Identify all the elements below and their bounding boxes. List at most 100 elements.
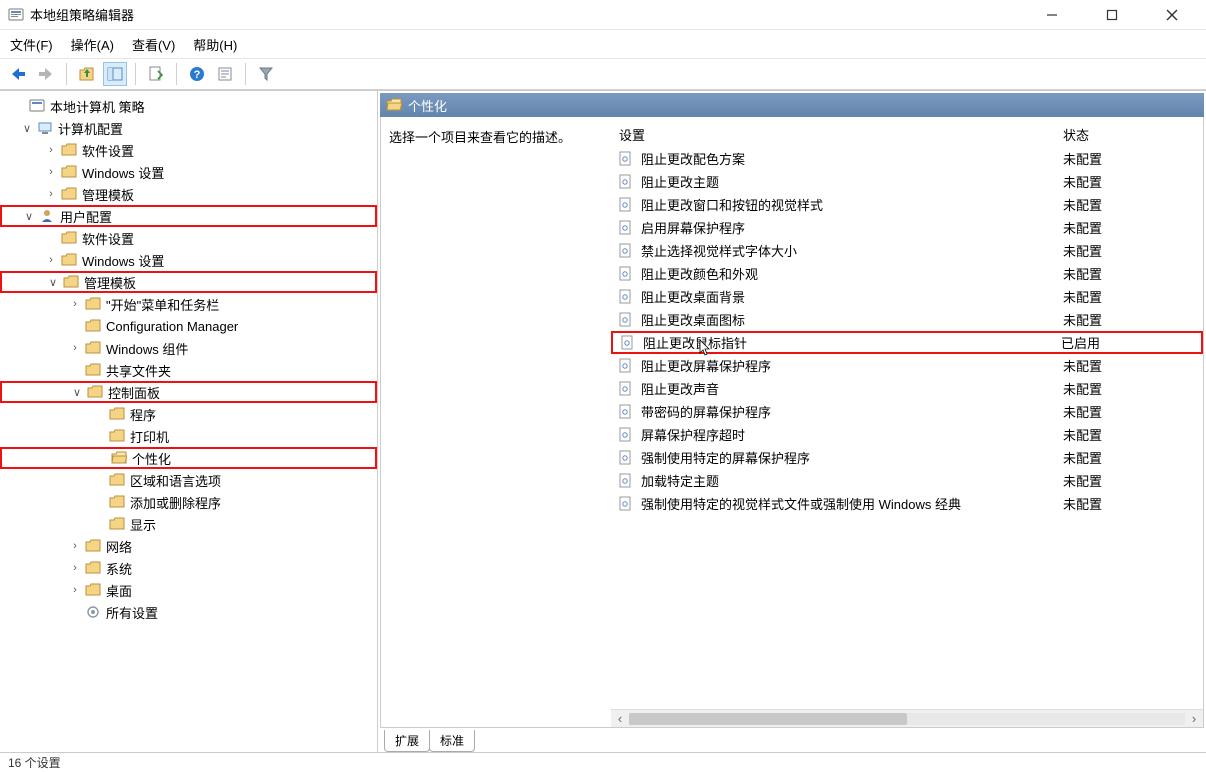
scroll-track[interactable] xyxy=(629,713,1185,725)
tree-label: Windows 设置 xyxy=(82,163,164,182)
tree-system[interactable]: › 系统 xyxy=(0,557,377,579)
setting-name: 阻止更改桌面图标 xyxy=(641,310,1063,329)
tree-windows-settings-user[interactable]: › Windows 设置 xyxy=(0,249,377,271)
menu-help[interactable]: 帮助(H) xyxy=(193,35,237,54)
forward-button[interactable] xyxy=(34,62,58,86)
tree-user-config[interactable]: ∨ 用户配置 xyxy=(0,205,377,227)
tree-network[interactable]: › 网络 xyxy=(0,535,377,557)
tree-shared-folders[interactable]: 共享文件夹 xyxy=(0,359,377,381)
tree-config-manager[interactable]: Configuration Manager xyxy=(0,315,377,337)
tree-root[interactable]: 本地计算机 策略 xyxy=(0,95,377,117)
folder-icon xyxy=(84,537,102,555)
expand-toggle[interactable]: ∨ xyxy=(70,386,84,399)
tree-label: 添加或删除程序 xyxy=(130,493,221,512)
tree-programs[interactable]: 程序 xyxy=(0,403,377,425)
setting-row[interactable]: 带密码的屏幕保护程序未配置 xyxy=(611,400,1203,423)
properties-button[interactable] xyxy=(213,62,237,86)
tree-admin-templates-user[interactable]: ∨ 管理模板 xyxy=(0,271,377,293)
back-button[interactable] xyxy=(6,62,30,86)
setting-row[interactable]: 强制使用特定的视觉样式文件或强制使用 Windows 经典未配置 xyxy=(611,492,1203,515)
setting-row[interactable]: 阻止更改桌面图标未配置 xyxy=(611,308,1203,331)
expand-toggle[interactable]: › xyxy=(44,166,58,178)
menu-action[interactable]: 操作(A) xyxy=(71,35,114,54)
tree-desktop[interactable]: › 桌面 xyxy=(0,579,377,601)
tree-software-settings[interactable]: › 软件设置 xyxy=(0,139,377,161)
policy-item-icon xyxy=(617,242,635,260)
setting-row[interactable]: 阻止更改配色方案未配置 xyxy=(611,147,1203,170)
expand-toggle[interactable]: ∨ xyxy=(20,122,34,135)
horizontal-scrollbar[interactable]: ‹ › xyxy=(611,709,1203,727)
tree-admin-templates[interactable]: › 管理模板 xyxy=(0,183,377,205)
tree-label: 网络 xyxy=(106,537,132,556)
tab-extended[interactable]: 扩展 xyxy=(384,730,430,752)
help-button[interactable]: ? xyxy=(185,62,209,86)
up-button[interactable] xyxy=(75,62,99,86)
tree-all-settings[interactable]: 所有设置 xyxy=(0,601,377,623)
setting-row[interactable]: 阻止更改主题未配置 xyxy=(611,170,1203,193)
policy-item-icon xyxy=(617,449,635,467)
expand-toggle[interactable]: › xyxy=(68,342,82,354)
tree-label: 软件设置 xyxy=(82,229,134,248)
toolbar-separator xyxy=(66,63,67,85)
tree-label: Windows 设置 xyxy=(82,251,164,270)
expand-toggle[interactable]: › xyxy=(68,584,82,596)
setting-name: 阻止更改窗口和按钮的视觉样式 xyxy=(641,195,1063,214)
maximize-button[interactable] xyxy=(1092,1,1132,29)
tree-windows-settings[interactable]: › Windows 设置 xyxy=(0,161,377,183)
policy-item-icon xyxy=(617,311,635,329)
expand-toggle[interactable]: ∨ xyxy=(46,276,60,289)
expand-toggle[interactable]: › xyxy=(44,144,58,156)
settings-icon xyxy=(84,603,102,621)
setting-state: 未配置 xyxy=(1063,402,1203,421)
setting-row[interactable]: 加载特定主题未配置 xyxy=(611,469,1203,492)
menu-view[interactable]: 查看(V) xyxy=(132,35,175,54)
show-hide-tree-button[interactable] xyxy=(103,62,127,86)
tree-add-remove-programs[interactable]: 添加或删除程序 xyxy=(0,491,377,513)
tree-display[interactable]: 显示 xyxy=(0,513,377,535)
setting-state: 未配置 xyxy=(1063,149,1203,168)
minimize-button[interactable] xyxy=(1032,1,1072,29)
tree-computer-config[interactable]: ∨ 计算机配置 xyxy=(0,117,377,139)
setting-row-highlighted[interactable]: 阻止更改鼠标指针已启用 xyxy=(611,331,1203,354)
tree-start-taskbar[interactable]: › "开始"菜单和任务栏 xyxy=(0,293,377,315)
scroll-thumb[interactable] xyxy=(629,713,907,725)
expand-toggle[interactable]: ∨ xyxy=(22,210,36,223)
export-button[interactable] xyxy=(144,62,168,86)
expand-toggle[interactable]: › xyxy=(44,254,58,266)
setting-row[interactable]: 阻止更改颜色和外观未配置 xyxy=(611,262,1203,285)
setting-row[interactable]: 禁止选择视觉样式字体大小未配置 xyxy=(611,239,1203,262)
filter-button[interactable] xyxy=(254,62,278,86)
menu-file[interactable]: 文件(F) xyxy=(10,35,53,54)
tree-label: 打印机 xyxy=(130,427,169,446)
setting-row[interactable]: 阻止更改声音未配置 xyxy=(611,377,1203,400)
setting-name: 阻止更改主题 xyxy=(641,172,1063,191)
setting-row[interactable]: 阻止更改屏幕保护程序未配置 xyxy=(611,354,1203,377)
expand-toggle[interactable]: › xyxy=(68,298,82,310)
scroll-right-button[interactable]: › xyxy=(1185,711,1203,727)
settings-list[interactable]: 阻止更改配色方案未配置 阻止更改主题未配置 阻止更改窗口和按钮的视觉样式未配置 … xyxy=(611,141,1203,709)
scroll-left-button[interactable]: ‹ xyxy=(611,711,629,727)
tab-standard[interactable]: 标准 xyxy=(429,730,475,752)
expand-toggle[interactable]: › xyxy=(44,188,58,200)
tree-label: 共享文件夹 xyxy=(106,361,171,380)
user-icon xyxy=(38,207,56,225)
tree-control-panel[interactable]: ∨ 控制面板 xyxy=(0,381,377,403)
tree-pane[interactable]: 本地计算机 策略 ∨ 计算机配置 › 软件设置 › Windows 设置 › 管… xyxy=(0,91,378,752)
tree-windows-components[interactable]: › Windows 组件 xyxy=(0,337,377,359)
tree-software-settings-user[interactable]: 软件设置 xyxy=(0,227,377,249)
setting-row[interactable]: 阻止更改桌面背景未配置 xyxy=(611,285,1203,308)
setting-row[interactable]: 屏幕保护程序超时未配置 xyxy=(611,423,1203,446)
tree-label: 区域和语言选项 xyxy=(130,471,221,490)
setting-row[interactable]: 强制使用特定的屏幕保护程序未配置 xyxy=(611,446,1203,469)
expand-toggle[interactable]: › xyxy=(68,540,82,552)
setting-row[interactable]: 阻止更改窗口和按钮的视觉样式未配置 xyxy=(611,193,1203,216)
tree-printers[interactable]: 打印机 xyxy=(0,425,377,447)
close-button[interactable] xyxy=(1152,1,1192,29)
tree-personalization[interactable]: 个性化 xyxy=(0,447,377,469)
tree-label: 计算机配置 xyxy=(58,119,123,138)
tree-region-language[interactable]: 区域和语言选项 xyxy=(0,469,377,491)
setting-state: 未配置 xyxy=(1063,379,1203,398)
setting-row[interactable]: 启用屏幕保护程序未配置 xyxy=(611,216,1203,239)
expand-toggle[interactable]: › xyxy=(68,562,82,574)
setting-name: 阻止更改鼠标指针 xyxy=(643,333,1061,352)
